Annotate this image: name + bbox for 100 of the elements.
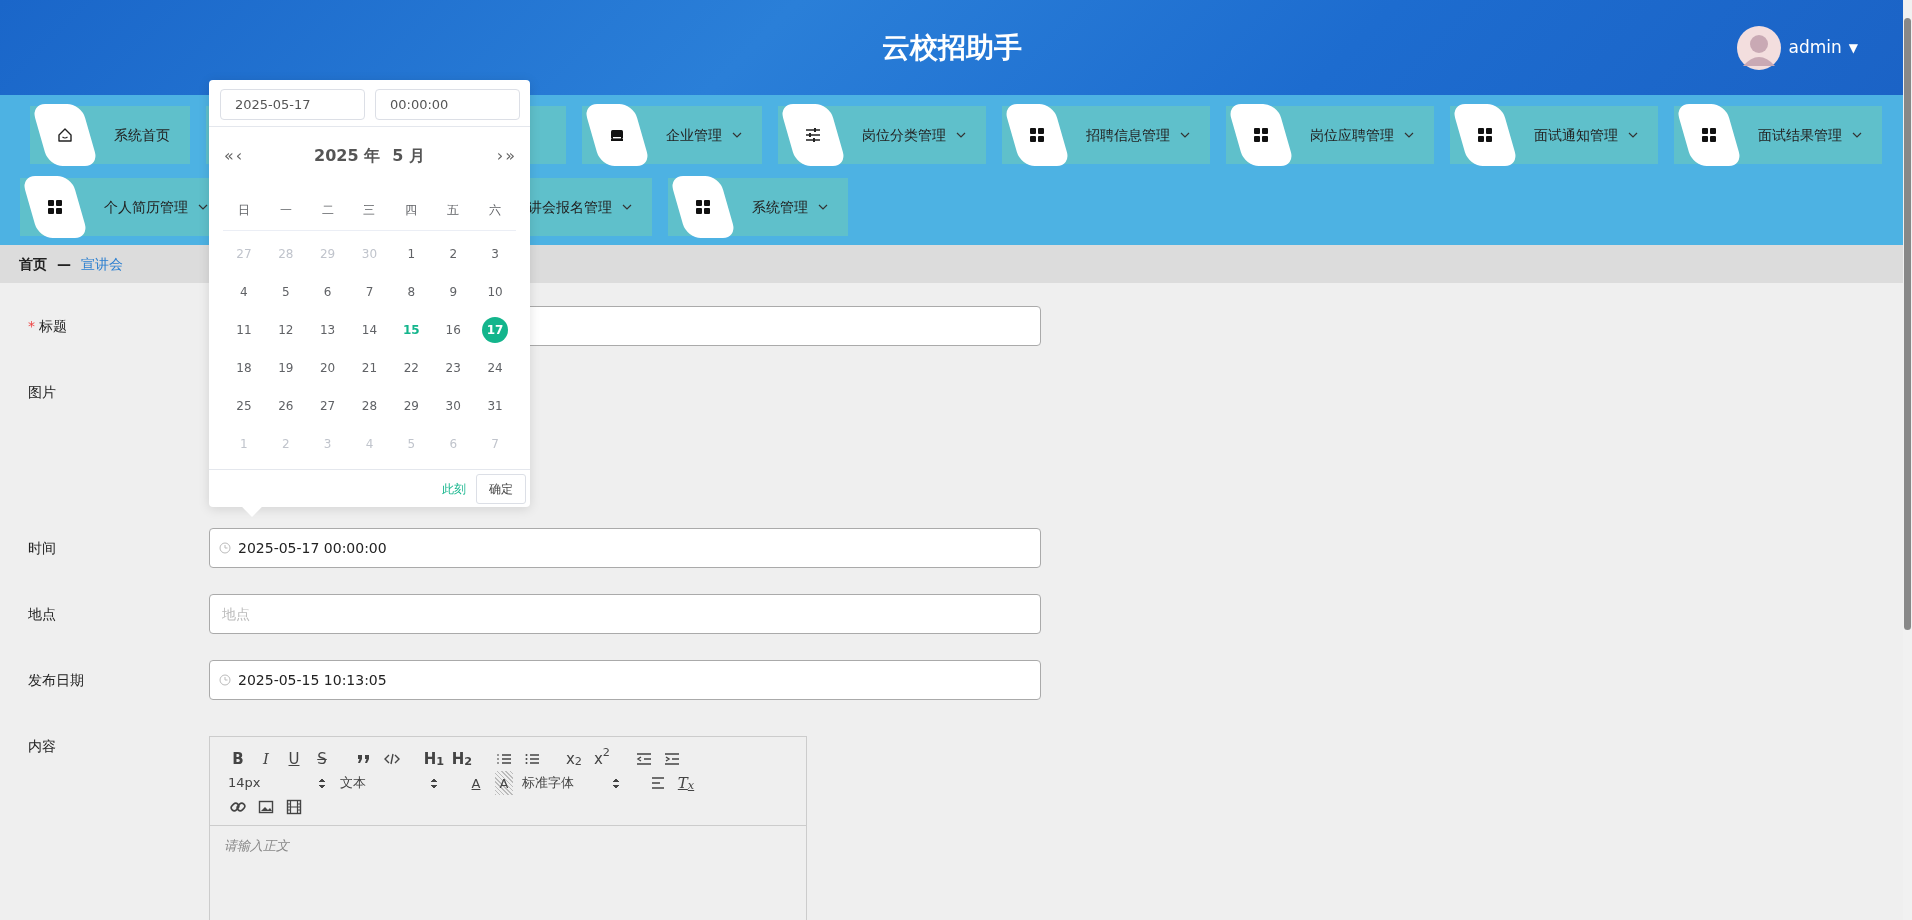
weekday-label: 三 (362, 202, 377, 219)
calendar-day[interactable]: 4 (230, 279, 257, 305)
script-button[interactable]: x$^{2}$ (588, 747, 616, 771)
italic-button[interactable]: I (252, 747, 280, 771)
grid-icon (1476, 126, 1494, 144)
confirm-button[interactable]: 确定 (476, 473, 526, 504)
calendar-day[interactable]: 28 (356, 393, 383, 419)
video-icon (286, 799, 302, 815)
previous-month-button[interactable]: ‹ (234, 148, 244, 164)
field-label: 图片 (28, 384, 56, 400)
previous-year-button[interactable]: « (223, 148, 235, 164)
link-icon (230, 799, 246, 815)
nav-menu-item[interactable]: 系统首页 (30, 106, 190, 164)
script-button[interactable]: x$_{2}$ (560, 747, 588, 771)
grid-icon (1028, 126, 1046, 144)
clear-format-button[interactable]: T$_{x}$ (672, 771, 700, 795)
field-label: 内容 (28, 738, 56, 754)
calendar-day[interactable]: 10 (482, 279, 509, 305)
grid-icon (46, 198, 64, 216)
nav-menu-item[interactable]: 系统管理 (668, 178, 848, 236)
nav-menu-item[interactable]: 岗位分类管理 (778, 106, 986, 164)
code-icon (384, 751, 400, 767)
calendar-day[interactable]: 14 (356, 317, 383, 343)
calendar-day[interactable]: 29 (398, 393, 425, 419)
weekday-label: 日 (236, 202, 251, 219)
required-mark: * (28, 318, 35, 334)
calendar-day[interactable]: 2 (440, 241, 467, 267)
numbered-list-icon (496, 751, 512, 767)
calendar-day[interactable]: 20 (314, 355, 341, 381)
text-field[interactable]: 地点 (209, 594, 1041, 634)
calendar-day[interactable]: 7 (356, 279, 383, 305)
nav-menu-item[interactable]: 岗位应聘管理 (1226, 106, 1434, 164)
weekday-label: 一 (278, 202, 293, 219)
calendar-day[interactable]: 13 (314, 317, 341, 343)
calendar-day[interactable]: 30 (440, 393, 467, 419)
weekday-label: 六 (488, 202, 503, 219)
up-down-arrow-icon (612, 777, 620, 789)
calendar-day[interactable]: 19 (272, 355, 299, 381)
nav-menu-item[interactable]: 招聘信息管理 (1002, 106, 1210, 164)
outdent-icon (636, 751, 652, 767)
date-input[interactable]: 2025-05-17 (220, 89, 365, 120)
weekday-label: 五 (446, 202, 461, 219)
calendar-day[interactable]: 22 (398, 355, 425, 381)
bold-button[interactable]: B (224, 747, 252, 771)
calendar-day[interactable]: 31 (482, 393, 509, 419)
sliders-icon (804, 126, 822, 144)
nav-menu-item[interactable]: 面试结果管理 (1674, 106, 1882, 164)
time-input[interactable]: 00:00:00 (375, 89, 520, 120)
date-time-field[interactable]: 2025-05-17 00:00:00 (209, 528, 1041, 568)
field-label: 时间 (28, 540, 56, 556)
calendar-day[interactable]: 16 (440, 317, 467, 343)
dropdown-caret[interactable]: ▼ (1848, 39, 1858, 57)
weekday-label: 四 (404, 202, 419, 219)
calendar-day[interactable]: 18 (230, 355, 257, 381)
app-title: 云校招助手 (881, 29, 1022, 66)
background-color-button[interactable]: A (495, 771, 513, 795)
next-year-button[interactable]: » (504, 148, 516, 164)
next-month-button[interactable]: › (495, 148, 505, 164)
calendar-day[interactable]: 24 (482, 355, 509, 381)
heading-button[interactable]: H$_{1}$ (420, 747, 448, 771)
underline-button[interactable]: U (280, 747, 308, 771)
grid-icon (1252, 126, 1270, 144)
field-label: 地点 (28, 606, 56, 622)
breadcrumb-home[interactable]: 首页 (19, 253, 47, 275)
weekday-label: 二 (320, 202, 335, 219)
strikethrough-button[interactable]: S (308, 747, 336, 771)
toolbar-dropdown[interactable]: 标准字体 (518, 771, 624, 795)
calendar-day[interactable]: 21 (356, 355, 383, 381)
text-color-button[interactable]: A (462, 771, 490, 795)
calendar-day[interactable]: 5 (272, 279, 299, 305)
calendar-day[interactable]: 23 (440, 355, 467, 381)
nav-menu-item[interactable]: 面试通知管理 (1450, 106, 1658, 164)
nav-menu-item[interactable]: 企业管理 (582, 106, 762, 164)
field-label: 标题 (39, 318, 67, 334)
calendar-day[interactable]: 25 (230, 393, 257, 419)
date-time-field[interactable]: 2025-05-15 10:13:05 (209, 660, 1041, 700)
home-icon (56, 126, 74, 144)
align-left-icon (650, 775, 666, 791)
up-down-arrow-icon (318, 777, 326, 789)
month-label[interactable]: 5 月 (389, 144, 428, 168)
image-icon (258, 799, 274, 815)
calendar-day[interactable]: 1 (398, 241, 425, 267)
toolbar-dropdown[interactable]: 文本 (336, 771, 442, 795)
clock-icon (219, 542, 231, 554)
calendar-day[interactable]: 12 (272, 317, 299, 343)
grid-icon (1700, 126, 1718, 144)
calendar-day[interactable]: 3 (482, 241, 509, 267)
toolbar-dropdown[interactable]: 14px (224, 771, 330, 795)
calendar-day[interactable]: 11 (230, 317, 257, 343)
heading-button[interactable]: H$_{2}$ (448, 747, 476, 771)
year-label[interactable]: 2025 年 (311, 144, 384, 168)
calendar-day[interactable]: 8 (398, 279, 425, 305)
avatar-icon[interactable] (1737, 26, 1782, 70)
user-name[interactable]: admin (1788, 35, 1842, 61)
breadcrumb-separator: — (57, 254, 71, 274)
calendar-day[interactable]: 6 (314, 279, 341, 305)
calendar-day[interactable]: 26 (272, 393, 299, 419)
calendar-day[interactable]: 27 (314, 393, 341, 419)
calendar-day[interactable]: 9 (440, 279, 467, 305)
clock-icon (219, 674, 231, 686)
